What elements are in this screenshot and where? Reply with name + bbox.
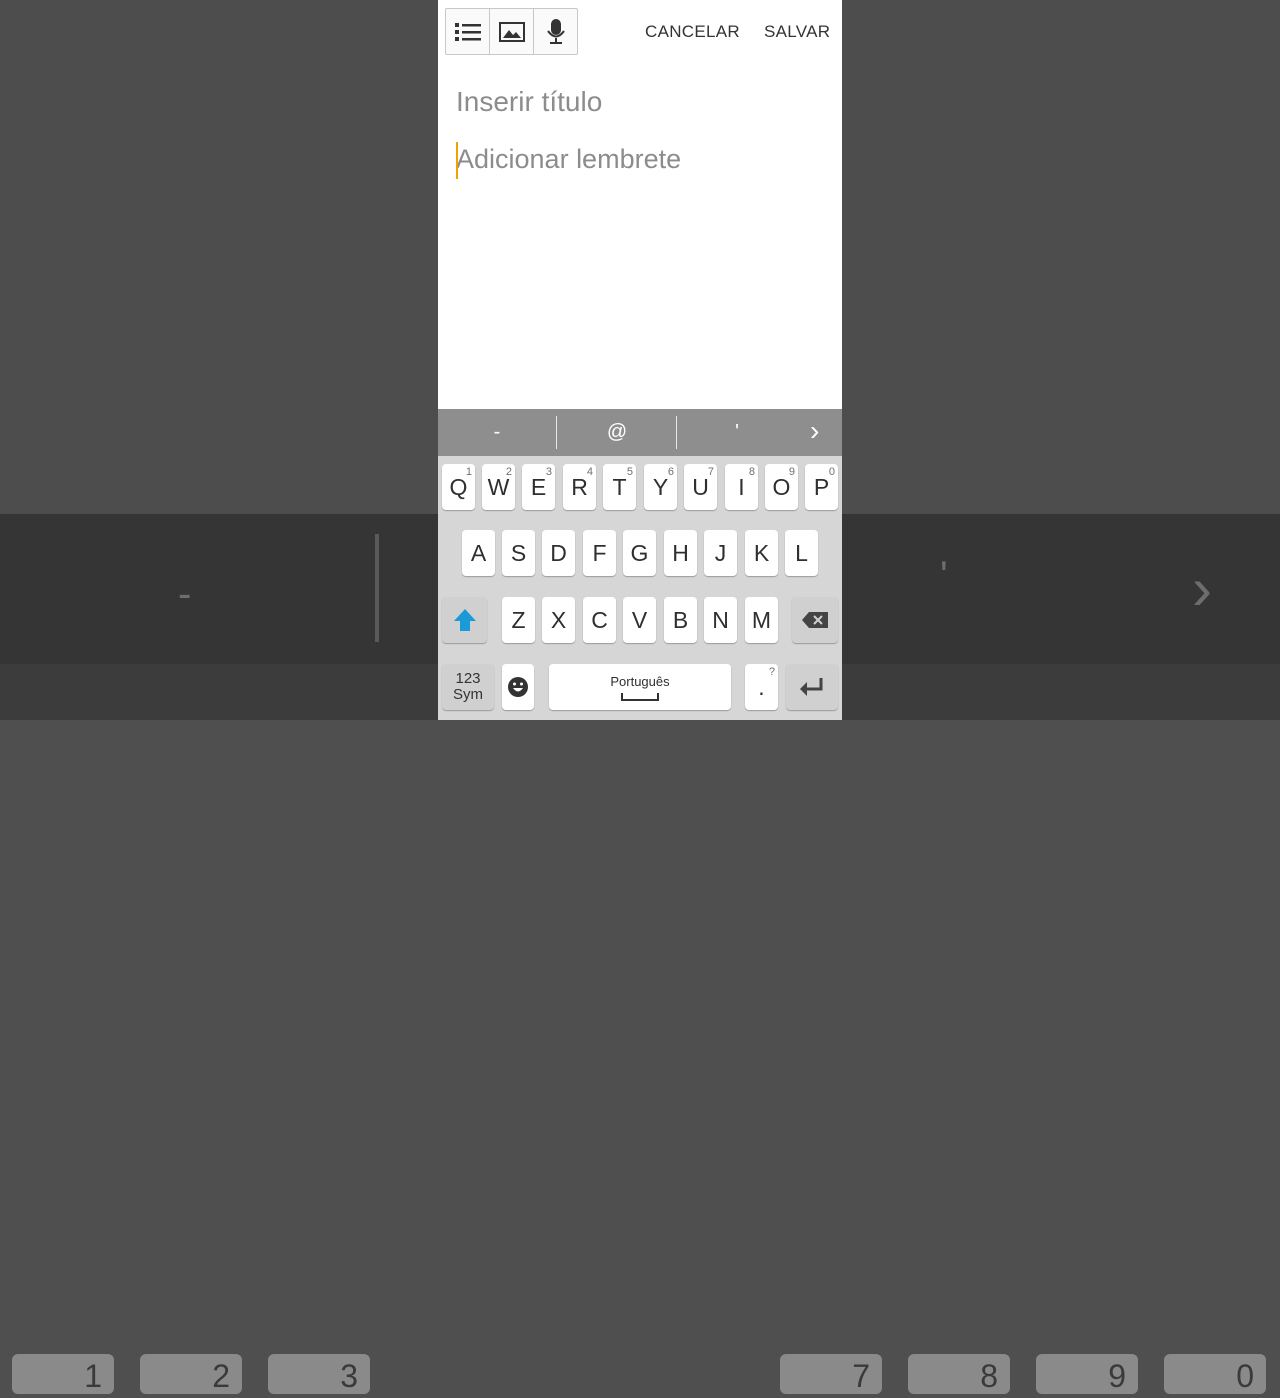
key-y[interactable]: 6Y (644, 464, 677, 510)
key-g[interactable]: G (623, 530, 656, 576)
key-d[interactable]: D (542, 530, 575, 576)
key-x[interactable]: X (542, 597, 575, 643)
period-key-label: . (758, 673, 765, 700)
save-button[interactable]: SALVAR (764, 22, 830, 42)
background-key: 2 (140, 1354, 242, 1394)
title-input[interactable]: Inserir título (456, 86, 602, 118)
image-button[interactable] (490, 9, 534, 54)
suggestion-apostrophe[interactable]: ' (678, 421, 796, 444)
key-w[interactable]: 2W (482, 464, 515, 510)
key-c[interactable]: C (583, 597, 616, 643)
memo-screen: CANCELAR SALVAR Inserir título Adicionar… (438, 0, 842, 720)
shift-key[interactable] (442, 597, 487, 643)
emoji-key[interactable] (502, 664, 534, 710)
symbols-key-label-bottom: Sym (453, 686, 483, 703)
background-suggestion-apostrophe: ' (940, 554, 948, 598)
key-p[interactable]: 0P (805, 464, 838, 510)
image-icon (498, 21, 525, 42)
key-f[interactable]: F (583, 530, 616, 576)
space-key[interactable]: Português (549, 664, 731, 710)
reminder-input[interactable]: Adicionar lembrete (456, 144, 681, 175)
insert-toolbar (445, 8, 578, 55)
background-key: 3 (268, 1354, 370, 1394)
period-key-hint: ? (768, 666, 775, 678)
key-z[interactable]: Z (502, 597, 535, 643)
enter-icon (800, 678, 823, 696)
on-screen-keyboard: - @ ' › 1Q 2W 3E 4R 5T 6Y 7U 8I 9O 0P A … (438, 409, 842, 720)
suggestion-divider (676, 416, 677, 449)
key-u[interactable]: 7U (684, 464, 717, 510)
background-key: 7 (780, 1354, 882, 1394)
background-key: 8 (908, 1354, 1010, 1394)
microphone-icon (546, 18, 565, 44)
symbols-key[interactable]: 123 Sym (442, 664, 494, 710)
key-k[interactable]: K (745, 530, 778, 576)
background-key: 0 (1164, 1354, 1266, 1394)
key-e[interactable]: 3E (522, 464, 555, 510)
key-r[interactable]: 4R (563, 464, 596, 510)
background-suggestion-dash: - (178, 572, 192, 616)
voice-button[interactable] (534, 9, 577, 54)
background-separator (375, 534, 379, 642)
background-key: 1 (12, 1354, 114, 1394)
key-h[interactable]: H (664, 530, 697, 576)
backspace-key[interactable] (792, 597, 838, 643)
cancel-button[interactable]: CANCELAR (645, 22, 740, 42)
suggestion-at[interactable]: @ (558, 421, 676, 444)
text-cursor (456, 142, 458, 179)
key-v[interactable]: V (623, 597, 656, 643)
key-o[interactable]: 9O (765, 464, 798, 510)
suggestion-bar: - @ ' › (438, 409, 842, 456)
key-b[interactable]: B (664, 597, 697, 643)
suggestion-dash[interactable]: - (438, 421, 556, 444)
key-l[interactable]: L (785, 530, 818, 576)
suggestion-divider (556, 416, 557, 449)
enter-key[interactable] (786, 664, 838, 710)
key-j[interactable]: J (704, 530, 737, 576)
emoji-icon (508, 677, 528, 697)
chevron-right-icon[interactable]: › (810, 415, 819, 447)
key-s[interactable]: S (502, 530, 535, 576)
period-key[interactable]: ? . (745, 664, 778, 710)
background-chevron-right-icon: › (1192, 555, 1212, 622)
space-key-language: Português (610, 673, 670, 689)
key-q[interactable]: 1Q (442, 464, 475, 510)
backspace-icon (802, 612, 828, 628)
key-n[interactable]: N (704, 597, 737, 643)
spacebar-icon (621, 692, 659, 701)
list-icon (454, 22, 481, 41)
list-button[interactable] (446, 9, 490, 54)
symbols-key-label-top: 123 (455, 670, 481, 687)
shift-arrow-icon (453, 609, 476, 631)
key-t[interactable]: 5T (603, 464, 636, 510)
key-i[interactable]: 8I (725, 464, 758, 510)
background-key: 9 (1036, 1354, 1138, 1394)
key-m[interactable]: M (745, 597, 778, 643)
key-a[interactable]: A (462, 530, 495, 576)
